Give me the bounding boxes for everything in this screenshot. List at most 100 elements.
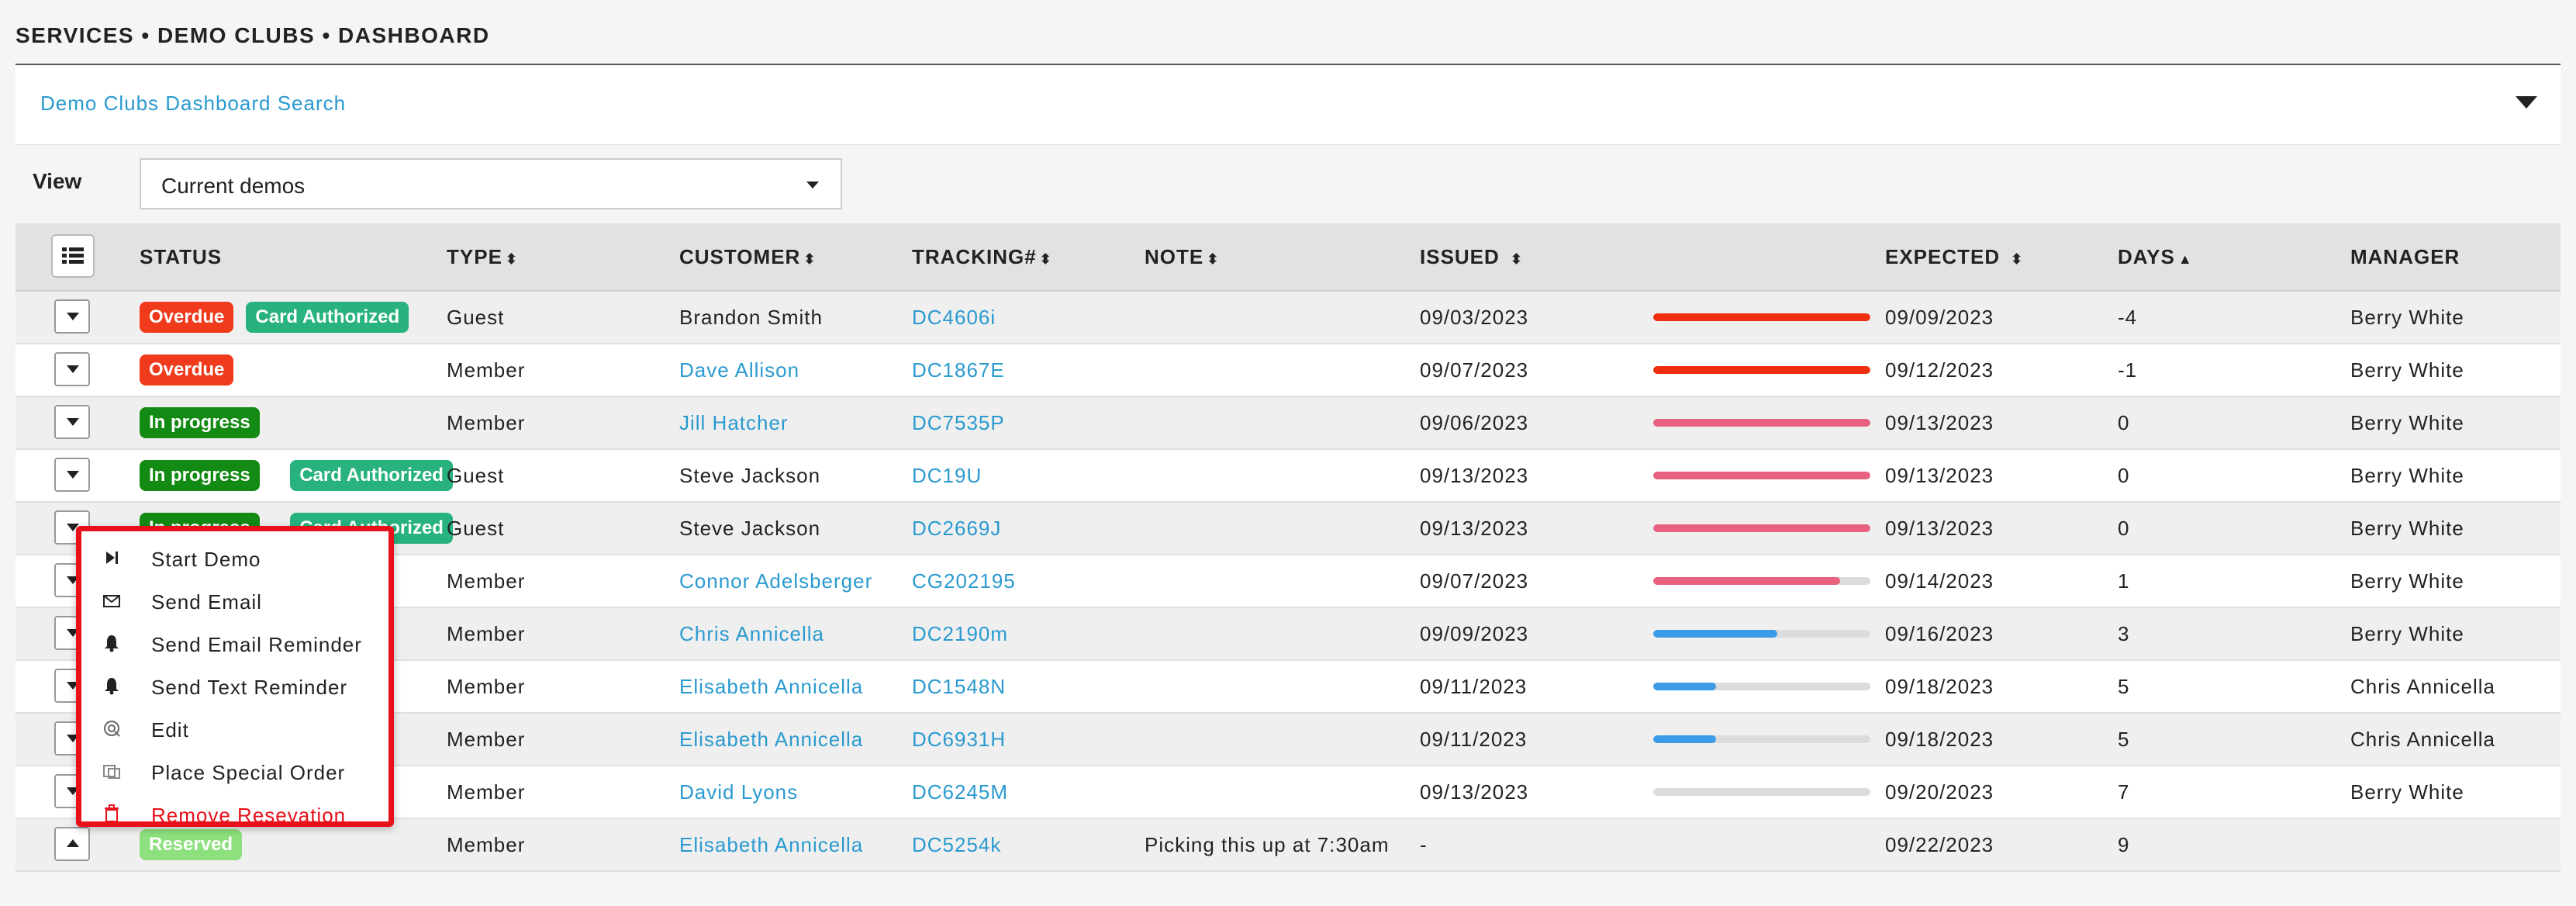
sort-icon: ⬍ bbox=[1207, 251, 1220, 267]
table-row: In progressCard AuthorizedGuestSteve Jac… bbox=[16, 503, 2560, 555]
progress-bar bbox=[1653, 313, 1870, 321]
type-cell: Guest bbox=[447, 464, 505, 487]
issued-cell: 09/11/2023 bbox=[1420, 728, 1528, 751]
manager-cell: Berry White bbox=[2350, 780, 2464, 804]
progress-bar bbox=[1653, 419, 1870, 427]
table-row: Overdue Member Dave Allison DC1867E 09/07/20… bbox=[16, 344, 2560, 397]
progress-bar bbox=[1653, 683, 1870, 690]
column-header-customer[interactable]: CUSTOMER ⬍ bbox=[679, 245, 816, 269]
manager-cell: Berry White bbox=[2350, 464, 2464, 487]
menu-item-send-email-reminder[interactable]: Send Email Reminder bbox=[81, 623, 388, 666]
progress-bar-fill bbox=[1653, 313, 1870, 321]
menu-item-start-demo[interactable]: Start Demo bbox=[81, 538, 388, 580]
table-row: Member Connor Adelsberger CG202195 09/07/20… bbox=[16, 555, 2560, 608]
breadcrumb: SERVICES • DEMO CLUBS • DASHBOARD bbox=[16, 23, 490, 47]
tracking-link[interactable]: DC6245M bbox=[912, 780, 1008, 804]
type-cell: Guest bbox=[447, 306, 505, 329]
expected-cell: 09/16/2023 bbox=[1885, 622, 1994, 645]
tracking-link[interactable]: DC6931H bbox=[912, 728, 1006, 752]
column-header-label: TYPE bbox=[447, 245, 502, 268]
customer-cell[interactable]: Elisabeth Annicella bbox=[679, 833, 863, 857]
tracking-link[interactable]: DC1867E bbox=[912, 358, 1005, 382]
table-row: Card AuthorizedMemberElisabeth Annicella… bbox=[16, 661, 2560, 714]
issued-cell: 09/09/2023 bbox=[1420, 622, 1529, 645]
tracking-link[interactable]: DC7535P bbox=[912, 411, 1005, 435]
demo-table: STATUS TYPE ⬍ CUSTOMER ⬍ TRACKING# ⬍ NOTE ⬍ … bbox=[16, 223, 2560, 872]
progress-bar bbox=[1653, 524, 1870, 532]
menu-item-label: Send Text Reminder bbox=[151, 676, 348, 699]
row-actions-toggle[interactable] bbox=[54, 405, 90, 439]
caret-down-icon bbox=[67, 471, 79, 479]
days-cell: 0 bbox=[2118, 464, 2130, 487]
progress-bar-fill bbox=[1653, 472, 1870, 479]
issued-cell: 09/06/2023 bbox=[1420, 411, 1529, 434]
tracking-link[interactable]: DC2669J bbox=[912, 517, 1001, 541]
table-header: STATUS TYPE ⬍ CUSTOMER ⬍ TRACKING# ⬍ NOTE ⬍ … bbox=[16, 223, 2560, 292]
customer-cell[interactable]: Dave Allison bbox=[679, 358, 799, 382]
expected-cell: 09/18/2023 bbox=[1885, 675, 1994, 698]
customer-cell[interactable]: Elisabeth Annicella bbox=[679, 728, 863, 752]
column-toggle-button[interactable] bbox=[51, 234, 95, 278]
sort-asc-icon: ▲ bbox=[2177, 251, 2193, 267]
caret-down-icon bbox=[67, 418, 79, 426]
bell-icon bbox=[105, 635, 119, 652]
caret-down-icon bbox=[806, 182, 819, 188]
chevron-down-icon[interactable] bbox=[2516, 96, 2537, 109]
tracking-link[interactable]: CG202195 bbox=[912, 569, 1016, 593]
column-header-expected[interactable]: EXPECTED ⬍ bbox=[1885, 245, 2023, 269]
customer-cell[interactable]: Chris Annicella bbox=[679, 622, 824, 646]
bell-icon bbox=[105, 678, 119, 695]
table-row: Overdue Card Authorized Guest Brandon Smith… bbox=[16, 292, 2560, 344]
menu-item-edit[interactable]: Edit bbox=[81, 708, 388, 751]
menu-item-place-special-order[interactable]: Place Special Order bbox=[81, 751, 388, 794]
customer-cell[interactable]: Connor Adelsberger bbox=[679, 569, 872, 593]
type-cell: Member bbox=[447, 728, 526, 751]
type-cell: Member bbox=[447, 622, 526, 645]
search-panel-toggle-link[interactable]: Demo Clubs Dashboard Search bbox=[40, 92, 346, 116]
tracking-link[interactable]: DC5254k bbox=[912, 833, 1001, 857]
column-header-tracking[interactable]: TRACKING# ⬍ bbox=[912, 245, 1052, 269]
column-header-label: NOTE bbox=[1145, 245, 1204, 268]
type-cell: Member bbox=[447, 411, 526, 434]
tracking-link[interactable]: DC1548N bbox=[912, 675, 1006, 699]
progress-bar bbox=[1653, 472, 1870, 479]
days-cell: 1 bbox=[2118, 569, 2130, 593]
customer-cell[interactable]: Elisabeth Annicella bbox=[679, 675, 863, 699]
manager-cell: Berry White bbox=[2350, 517, 2464, 540]
table-row: Member David Lyons DC6245M 09/13/2023 09/20/… bbox=[16, 766, 2560, 819]
expected-cell: 09/13/2023 bbox=[1885, 517, 1994, 540]
column-header-type[interactable]: TYPE ⬍ bbox=[447, 245, 518, 269]
edit-icon bbox=[104, 721, 120, 737]
customer-cell[interactable]: Jill Hatcher bbox=[679, 411, 789, 435]
manager-cell: Chris Annicella bbox=[2350, 728, 2495, 751]
progress-bar bbox=[1653, 366, 1870, 374]
table-row: In progress Member Jill Hatcher DC7535P 09/0… bbox=[16, 397, 2560, 450]
expected-cell: 09/13/2023 bbox=[1885, 464, 1994, 487]
type-cell: Guest bbox=[447, 517, 505, 540]
days-cell: 0 bbox=[2118, 517, 2130, 540]
menu-item-send-text-reminder[interactable]: Send Text Reminder bbox=[81, 666, 388, 708]
status-badge: In progress bbox=[140, 407, 260, 438]
menu-item-remove-reservation[interactable]: Remove Resevation bbox=[81, 794, 388, 836]
search-panel: Demo Clubs Dashboard Search bbox=[16, 65, 2560, 145]
tracking-link[interactable]: DC4606i bbox=[912, 306, 996, 330]
column-header-label: ISSUED bbox=[1420, 245, 1500, 268]
order-icon bbox=[103, 765, 120, 779]
manager-cell: Berry White bbox=[2350, 411, 2464, 434]
progress-bar bbox=[1653, 735, 1870, 743]
row-actions-toggle[interactable] bbox=[54, 458, 90, 492]
menu-item-send-email[interactable]: Send Email bbox=[81, 580, 388, 623]
column-header-issued[interactable]: ISSUED ⬍ bbox=[1420, 245, 1523, 269]
view-select[interactable]: Current demos bbox=[140, 158, 842, 209]
manager-cell: Chris Annicella bbox=[2350, 675, 2495, 698]
tracking-link[interactable]: DC2190m bbox=[912, 622, 1008, 646]
tracking-link[interactable]: DC19U bbox=[912, 464, 982, 488]
column-header-days[interactable]: DAYS ▲ bbox=[2118, 245, 2193, 269]
column-header-label: EXPECTED bbox=[1885, 245, 2001, 268]
customer-cell[interactable]: David Lyons bbox=[679, 780, 798, 804]
row-actions-toggle[interactable] bbox=[54, 352, 90, 386]
row-actions-toggle[interactable] bbox=[54, 299, 90, 334]
column-header-note[interactable]: NOTE ⬍ bbox=[1145, 245, 1219, 269]
status-badge: In progress bbox=[140, 460, 260, 491]
table-body: Overdue Card Authorized Guest Brandon Smith… bbox=[16, 292, 2560, 872]
